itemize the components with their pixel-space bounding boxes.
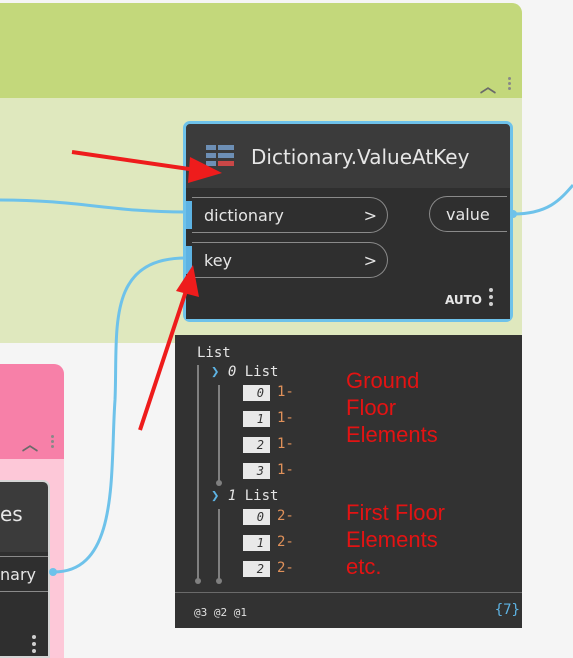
left-node-title: es	[0, 502, 23, 526]
left-node-output-label: nary	[0, 565, 36, 584]
item-index: 2	[243, 561, 270, 577]
list-label: List	[244, 364, 279, 380]
port-indicator	[186, 246, 192, 274]
group-grip-icon[interactable]	[508, 77, 512, 92]
list-label: List	[244, 488, 279, 504]
list-index: 1	[227, 488, 237, 504]
port-label: key	[204, 251, 233, 270]
item-index: 1	[243, 535, 270, 551]
annotation-line: Floor	[346, 395, 397, 420]
item-index: 0	[243, 385, 270, 401]
port-label: dictionary	[204, 206, 284, 225]
item-value: 1-	[277, 384, 294, 400]
item-count: {7}	[494, 602, 520, 618]
expand-chevron-icon[interactable]: ❯	[211, 364, 219, 380]
item-value: 1-	[277, 410, 294, 426]
annotation-ground-floor: Ground Floor Elements	[346, 367, 438, 448]
item-index: 1	[243, 411, 270, 427]
input-port-dictionary[interactable]: dictionary >	[186, 197, 388, 233]
green-group-header[interactable]	[0, 3, 522, 98]
node-header[interactable]: Dictionary.ValueAtKey	[186, 124, 510, 188]
collapse-chevron-icon[interactable]: ︿	[480, 73, 496, 97]
list-group-header[interactable]: ❯ 1 List	[211, 488, 278, 504]
item-index: 3	[243, 463, 270, 479]
annotation-line: Elements	[346, 527, 438, 552]
item-value: 1-	[277, 462, 294, 478]
left-node[interactable]: es nary	[0, 480, 50, 658]
expand-chevron-icon[interactable]: ❯	[211, 488, 219, 504]
wire-value-out	[512, 184, 573, 216]
list-group-header[interactable]: ❯ 0 List	[211, 364, 278, 380]
dictionary-valueatkey-node[interactable]: Dictionary.ValueAtKey dictionary > key >…	[183, 121, 513, 322]
collapse-chevron-icon[interactable]: ︿	[22, 431, 38, 455]
output-port-value[interactable]: value	[429, 196, 507, 232]
port-label: value	[446, 205, 490, 224]
tree-line-outer	[197, 365, 199, 580]
item-value: 2-	[277, 508, 294, 524]
tree-node-dot	[216, 480, 222, 486]
lacing-label[interactable]: AUTO	[445, 293, 482, 307]
list-index: 0	[227, 364, 237, 380]
tree-node-dot	[216, 578, 222, 584]
preview-footer-divider	[175, 592, 522, 593]
item-value: 1-	[277, 436, 294, 452]
node-menu-icon[interactable]	[489, 288, 493, 309]
item-index: 0	[243, 509, 270, 525]
port-indicator	[186, 201, 192, 229]
port-chevron-icon[interactable]: >	[364, 206, 377, 225]
tree-node-dot	[195, 578, 201, 584]
dictionary-node-icon	[206, 145, 234, 166]
annotation-line: Elements	[346, 422, 438, 447]
annotation-line: First Floor	[346, 500, 445, 525]
port-chevron-icon[interactable]: >	[364, 251, 377, 270]
group-grip-icon[interactable]	[51, 435, 55, 450]
item-value: 2-	[277, 534, 294, 550]
annotation-line: etc.	[346, 554, 382, 579]
annotation-first-floor: First Floor Elements etc.	[346, 499, 445, 580]
preview-root-label: List	[197, 345, 231, 361]
left-node-output-port[interactable]: nary	[0, 556, 48, 592]
level-indicators[interactable]: @3 @2 @1	[194, 606, 247, 619]
node-title: Dictionary.ValueAtKey	[251, 145, 470, 169]
tree-line-inner	[218, 385, 220, 481]
item-index: 2	[243, 437, 270, 453]
input-port-key[interactable]: key >	[186, 242, 388, 278]
tree-line-inner	[218, 509, 220, 579]
annotation-line: Ground	[346, 368, 420, 393]
left-node-menu-icon[interactable]	[32, 635, 36, 656]
item-value: 2-	[277, 560, 294, 576]
